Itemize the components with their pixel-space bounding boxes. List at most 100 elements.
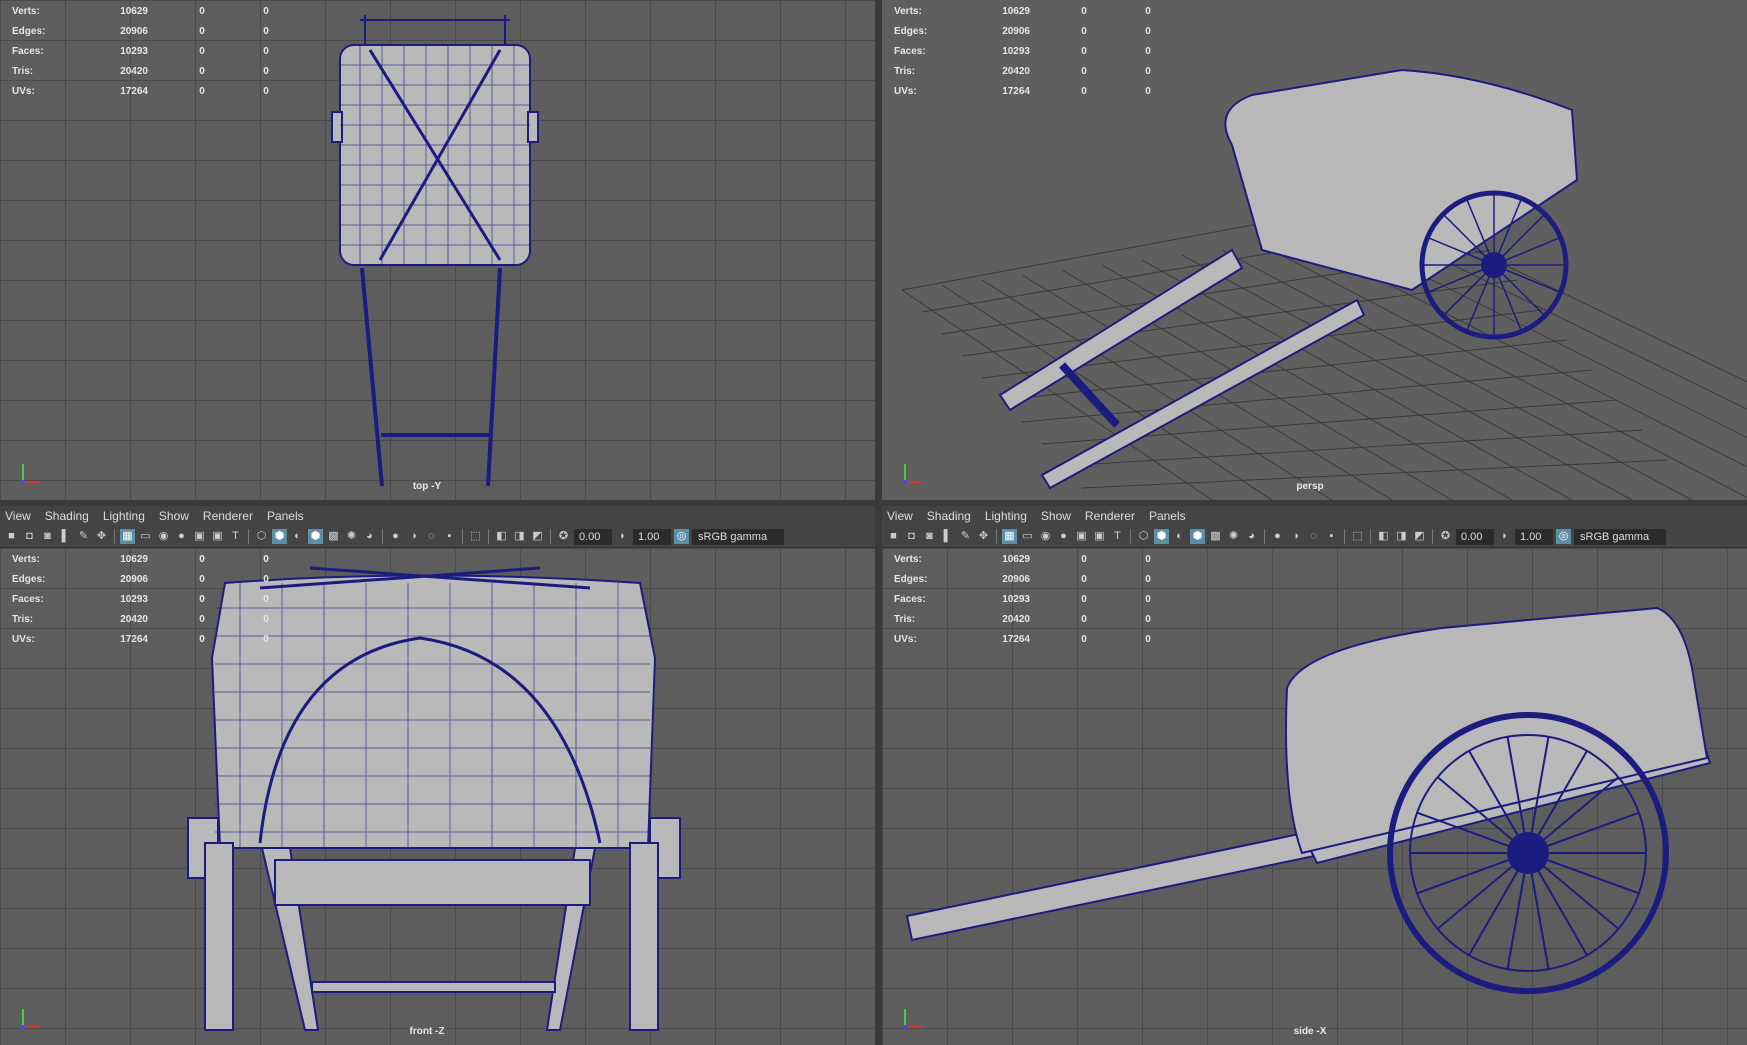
camera-attributes-icon[interactable]: ◘ [904,529,919,544]
viewport-persp[interactable]: Verts: 10629 0 0 Edges: 20906 0 0 Faces: 10293 0 0 T… [882,0,1747,500]
hud-selected: 0 [199,594,205,605]
anti-aliasing-icon[interactable]: ◌ [424,529,439,544]
exposure-field[interactable]: 0.00 [1456,528,1494,545]
menu-view[interactable]: View [5,509,31,523]
camera-lock-icon[interactable]: ◙ [40,529,55,544]
isolate-select-icon[interactable]: ⬚ [1350,529,1365,544]
hud-label: Verts: [894,554,922,565]
menu-renderer[interactable]: Renderer [203,509,253,523]
viewport-top[interactable]: Verts: 10629 0 0 Edges: 20906 0 0 Faces: 10293 0 0 T… [0,0,875,500]
hud-row: UVs: 17264 0 0 [12,82,298,102]
field-chart-icon[interactable]: ▣ [1074,529,1089,544]
film-gate-icon[interactable]: ▭ [138,529,153,544]
menu-lighting[interactable]: Lighting [985,509,1027,523]
hud-value: 20420 [120,614,148,625]
xray-joints-icon[interactable]: ◧ [1376,529,1391,544]
gamma-field[interactable]: 1.00 [1515,528,1553,545]
hud-selected: 0 [199,86,205,97]
vertical-splitter[interactable] [875,0,882,1045]
2d-pan-zoom-icon[interactable]: ✥ [94,529,109,544]
depth-of-field-icon[interactable]: ▪ [442,529,457,544]
gamma-icon[interactable]: ◗ [615,529,630,544]
motion-blur-icon[interactable]: ◑ [406,529,421,544]
xray-active-icon[interactable]: ◨ [1394,529,1409,544]
camera-icon[interactable]: ■ [4,529,19,544]
shadows-icon[interactable]: ◕ [362,529,377,544]
gate-mask-icon[interactable]: ● [174,529,189,544]
menu-show[interactable]: Show [1041,509,1071,523]
menu-shading[interactable]: Shading [927,509,971,523]
resolution-gate-icon[interactable]: ◉ [156,529,171,544]
safe-title-icon[interactable]: T [1110,529,1125,544]
camera-icon[interactable]: ■ [886,529,901,544]
xray-icon[interactable]: ▩ [1208,529,1223,544]
horizontal-splitter[interactable] [0,500,1747,506]
menu-view[interactable]: View [887,509,913,523]
exposure-field[interactable]: 0.00 [574,528,612,545]
viewport-side[interactable]: Verts: 10629 0 0 Edges: 20906 0 0 Faces: 10293 0 0 T… [882,548,1747,1045]
exposure-icon[interactable]: ✪ [556,529,571,544]
resolution-gate-icon[interactable]: ◉ [1038,529,1053,544]
gate-mask-icon[interactable]: ● [1056,529,1071,544]
poly-count-hud: Verts: 10629 0 0 Edges: 20906 0 0 Faces: 10293 0 0 T… [894,550,1180,650]
menu-panels[interactable]: Panels [267,509,304,523]
shadows-icon[interactable]: ◕ [1244,529,1259,544]
safe-title-icon[interactable]: T [228,529,243,544]
exposure-icon[interactable]: ✪ [1438,529,1453,544]
menu-panels[interactable]: Panels [1149,509,1186,523]
gamma-field[interactable]: 1.00 [633,528,671,545]
grease-pencil-icon[interactable]: ✎ [958,529,973,544]
camera-attributes-icon[interactable]: ◘ [22,529,37,544]
hud-components: 0 [1145,614,1151,625]
hud-row: Edges: 20906 0 0 [894,570,1180,590]
color-management-icon[interactable]: ◎ [1556,529,1571,544]
hud-selected: 0 [1081,6,1087,17]
backface-icon[interactable]: ◩ [530,529,545,544]
smooth-shade-icon[interactable]: ⬢ [272,529,287,544]
film-gate-icon[interactable]: ▭ [1020,529,1035,544]
isolate-select-icon[interactable]: ⬚ [468,529,483,544]
gamma-icon[interactable]: ◗ [1497,529,1512,544]
menu-renderer[interactable]: Renderer [1085,509,1135,523]
motion-blur-icon[interactable]: ◑ [1288,529,1303,544]
hud-label: Faces: [894,46,926,57]
hud-row: Faces: 10293 0 0 [12,590,298,610]
anti-aliasing-icon[interactable]: ◌ [1306,529,1321,544]
color-management-icon[interactable]: ◎ [674,529,689,544]
field-chart-icon[interactable]: ▣ [192,529,207,544]
color-space-dropdown[interactable]: sRGB gamma [1574,528,1666,545]
2d-pan-zoom-icon[interactable]: ✥ [976,529,991,544]
lights-icon[interactable]: ✺ [1226,529,1241,544]
hud-row: Faces: 10293 0 0 [894,590,1180,610]
color-space-dropdown[interactable]: sRGB gamma [692,528,784,545]
depth-of-field-icon[interactable]: ▪ [1324,529,1339,544]
default-material-icon[interactable]: ◐ [290,529,305,544]
backface-icon[interactable]: ◩ [1412,529,1427,544]
hud-row: Tris: 20420 0 0 [894,62,1180,82]
toolbar-separator [1344,529,1345,544]
xray-icon[interactable]: ▩ [326,529,341,544]
default-material-icon[interactable]: ◐ [1172,529,1187,544]
wireframe-icon[interactable]: ⬡ [254,529,269,544]
bookmark-icon[interactable]: ▌ [58,529,73,544]
menu-lighting[interactable]: Lighting [103,509,145,523]
viewport-front[interactable]: Verts: 10629 0 0 Edges: 20906 0 0 Faces: 10293 0 0 T… [0,548,875,1045]
bookmark-icon[interactable]: ▌ [940,529,955,544]
screen-space-ao-icon[interactable]: ● [1270,529,1285,544]
xray-joints-icon[interactable]: ◧ [494,529,509,544]
grid-icon[interactable]: ▦ [120,529,135,544]
grease-pencil-icon[interactable]: ✎ [76,529,91,544]
smooth-shade-icon[interactable]: ⬢ [1154,529,1169,544]
lights-icon[interactable]: ✺ [344,529,359,544]
menu-shading[interactable]: Shading [45,509,89,523]
grid-icon[interactable]: ▦ [1002,529,1017,544]
wireframe-on-shaded-icon[interactable]: ⬢ [308,529,323,544]
menu-show[interactable]: Show [159,509,189,523]
screen-space-ao-icon[interactable]: ● [388,529,403,544]
safe-action-icon[interactable]: ▣ [1092,529,1107,544]
xray-active-icon[interactable]: ◨ [512,529,527,544]
wireframe-on-shaded-icon[interactable]: ⬢ [1190,529,1205,544]
camera-lock-icon[interactable]: ◙ [922,529,937,544]
safe-action-icon[interactable]: ▣ [210,529,225,544]
wireframe-icon[interactable]: ⬡ [1136,529,1151,544]
